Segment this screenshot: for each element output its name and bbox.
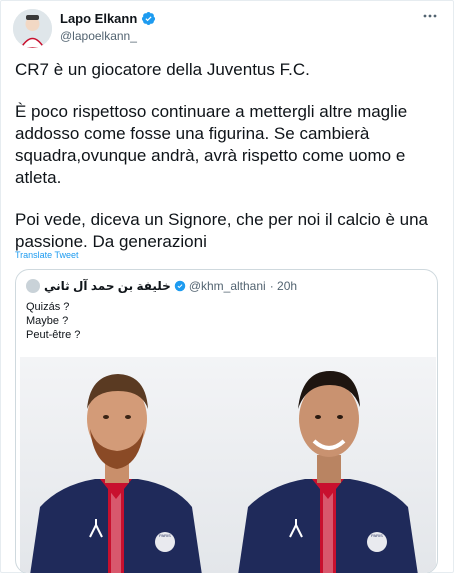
quoted-tweet[interactable]: خليفة بن حمد آل ثاني @khm_althani · 20h … [15, 269, 438, 573]
jersey-text-left: PARIS [159, 533, 171, 538]
verified-badge-icon [142, 11, 156, 26]
tweet-paragraph: CR7 è un giocatore della Juventus F.C. [15, 60, 310, 79]
quoted-tweet-text: Quizás ? Maybe ? Peut-être ? [26, 300, 80, 342]
quoted-author-avatar[interactable] [26, 279, 40, 293]
author-avatar[interactable] [13, 9, 52, 48]
jersey-text-right: PARIS [371, 533, 383, 538]
quoted-author-name[interactable]: خليفة بن حمد آل ثاني [44, 279, 171, 293]
verified-badge-icon [174, 280, 186, 292]
tweet-text: CR7 è un giocatore della Juventus F.C. È… [15, 59, 441, 253]
quoted-tweet-header: خليفة بن حمد آل ثاني @khm_althani · 20h [26, 279, 297, 293]
quoted-time: · 20h [269, 279, 298, 293]
quoted-author-handle[interactable]: @khm_althani [189, 279, 266, 293]
quoted-media-image[interactable]: PARIS PARIS [20, 357, 436, 573]
author-display-name[interactable]: Lapo Elkann [60, 11, 137, 26]
more-options-icon[interactable] [423, 9, 437, 28]
tweet-card: Lapo Elkann @lapoelkann_ CR7 è un giocat… [0, 0, 454, 573]
quoted-line: Quizás ? [26, 301, 70, 313]
tweet-paragraph: Poi vede, diceva un Signore, che per noi… [15, 210, 433, 251]
author-handle[interactable]: @lapoelkann_ [60, 29, 137, 43]
translate-tweet-link[interactable]: Translate Tweet [15, 250, 79, 260]
tweet-paragraph: È poco rispettoso continuare a mettergli… [15, 102, 412, 187]
quoted-line: Peut-être ? [26, 329, 81, 341]
author-name-row: Lapo Elkann [60, 11, 156, 26]
quoted-line: Maybe ? [26, 315, 69, 327]
